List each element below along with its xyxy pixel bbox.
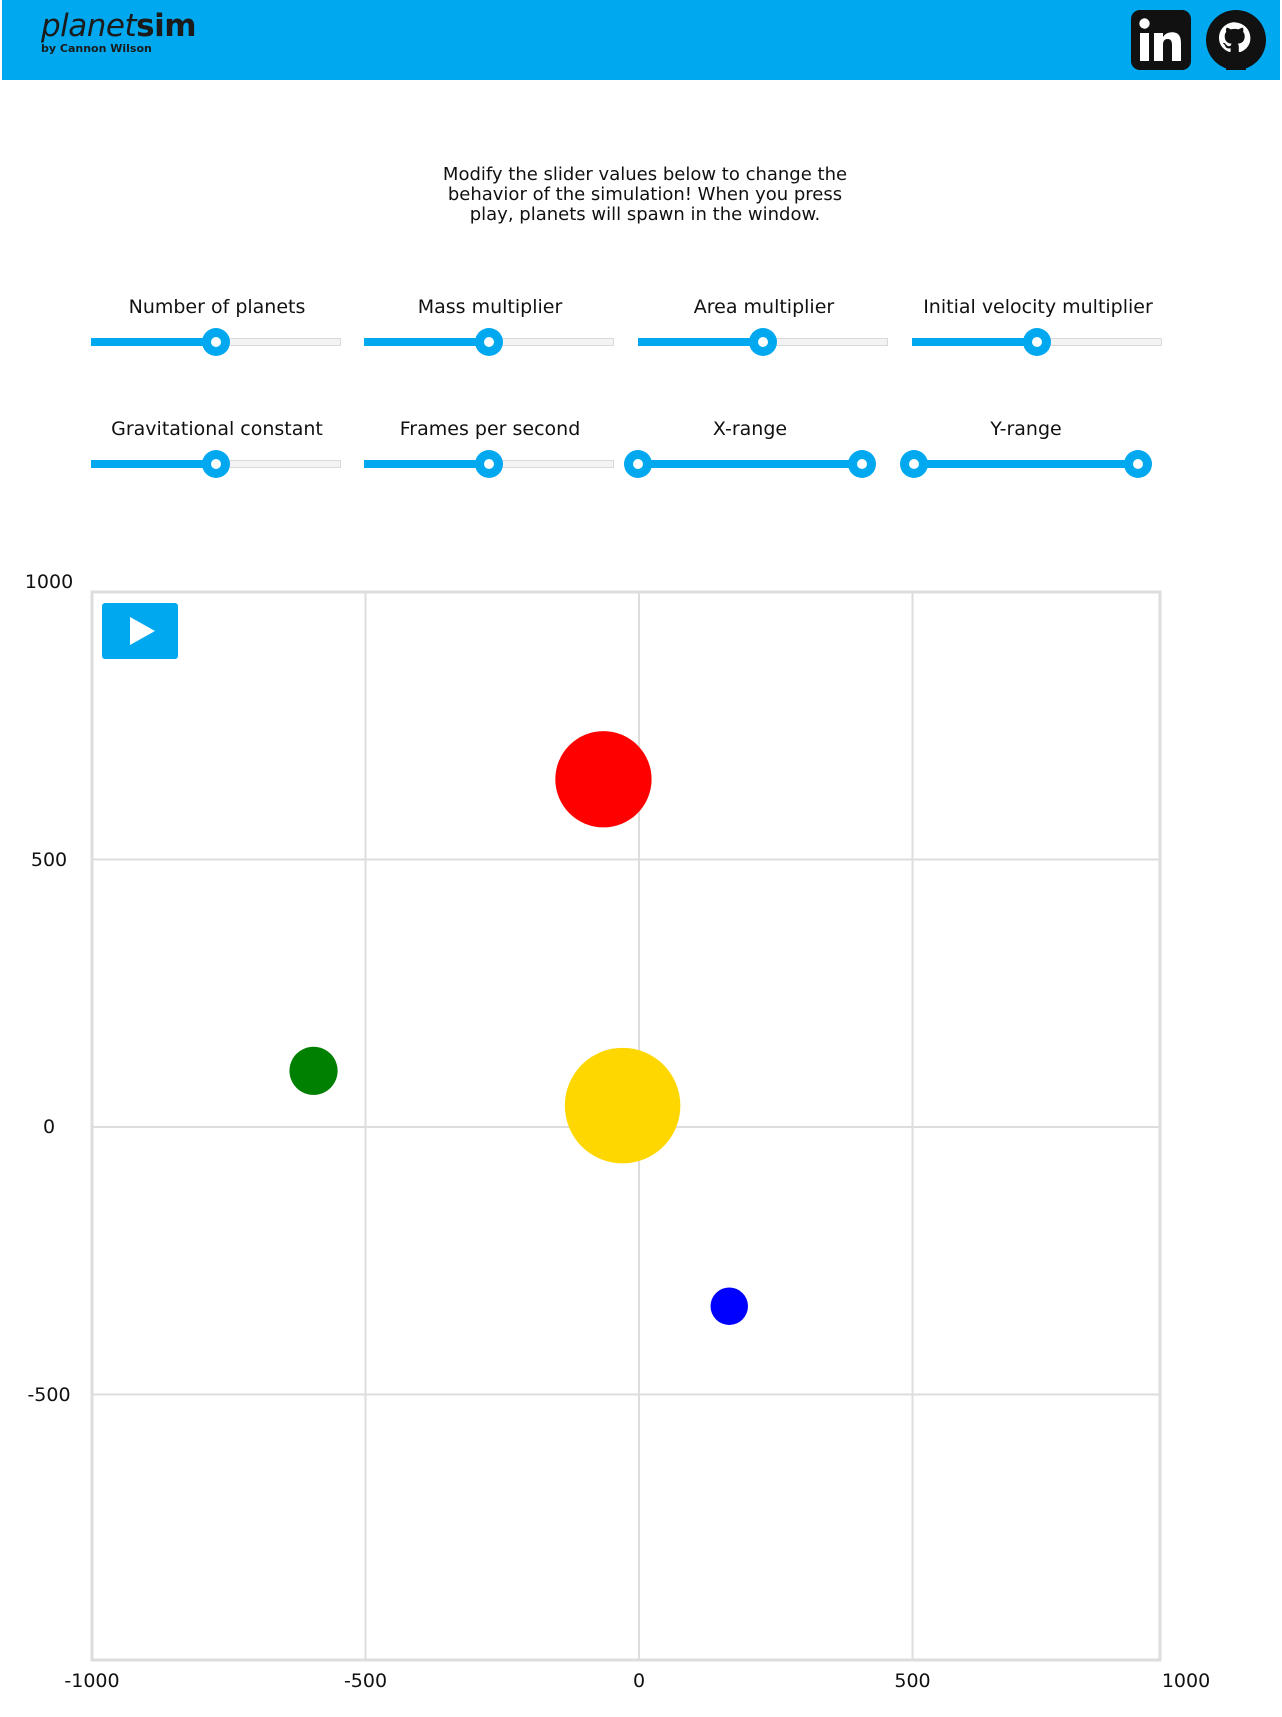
app-header: planetsim by Cannon Wilson (2, 0, 1280, 80)
slider-fill[interactable] (914, 460, 1138, 468)
brand-title-light: planet (41, 8, 137, 44)
slider-thumb[interactable] (1023, 328, 1051, 356)
slider-fill (912, 338, 1037, 346)
slider-fill (364, 460, 489, 468)
instructions-text: Modify the slider values below to change… (442, 164, 848, 225)
slider-fill[interactable] (638, 460, 862, 468)
y-tick-label: -500 (27, 1383, 71, 1406)
slider-thumb[interactable] (749, 328, 777, 356)
brand-title-bold: sim (136, 8, 197, 44)
x-tick-label: 0 (632, 1670, 646, 1692)
github-icon[interactable] (1206, 10, 1266, 70)
y-tick-label: 500 (30, 848, 68, 871)
brand-logo[interactable]: planetsim by Cannon Wilson (41, 8, 197, 55)
x-tick-label: -1000 (64, 1670, 120, 1692)
slider-label: Area multiplier (693, 296, 835, 318)
slider-thumb[interactable] (475, 328, 503, 356)
slider-thumb-max[interactable] (1124, 450, 1152, 478)
slider-thumb[interactable] (202, 328, 230, 356)
simulation-plot (90, 590, 1162, 1662)
slider-label: Initial velocity multiplier (923, 296, 1153, 318)
planet-2 (564, 1047, 681, 1164)
slider-label: X-range (712, 418, 788, 440)
slider-thumb[interactable] (475, 450, 503, 478)
slider-fill (638, 338, 763, 346)
slider-thumb-min[interactable] (900, 450, 928, 478)
slider-fill (91, 338, 216, 346)
play-button[interactable] (102, 603, 178, 659)
slider-fill (91, 460, 216, 468)
slider-label: Mass multiplier (417, 296, 563, 318)
slider-fill (364, 338, 489, 346)
slider-thumb-min[interactable] (624, 450, 652, 478)
slider-thumb-max[interactable] (848, 450, 876, 478)
slider-label: Frames per second (399, 418, 581, 440)
play-icon (130, 617, 155, 645)
y-tick-label: 0 (42, 1116, 56, 1138)
x-tick-label: 1000 (1161, 1670, 1211, 1692)
x-tick-label: 500 (894, 1670, 931, 1692)
slider-label: Number of planets (128, 296, 306, 318)
slider-label: Y-range (990, 418, 1062, 440)
slider-label: Gravitational constant (111, 418, 323, 440)
y-tick-label: 1000 (24, 571, 74, 593)
planet-3 (710, 1287, 748, 1325)
brand-title: planetsim (41, 8, 197, 44)
planet-1 (289, 1046, 338, 1095)
linkedin-icon[interactable] (1131, 10, 1191, 70)
x-tick-label: -500 (343, 1670, 388, 1692)
slider-thumb[interactable] (202, 450, 230, 478)
planet-0 (555, 731, 652, 828)
